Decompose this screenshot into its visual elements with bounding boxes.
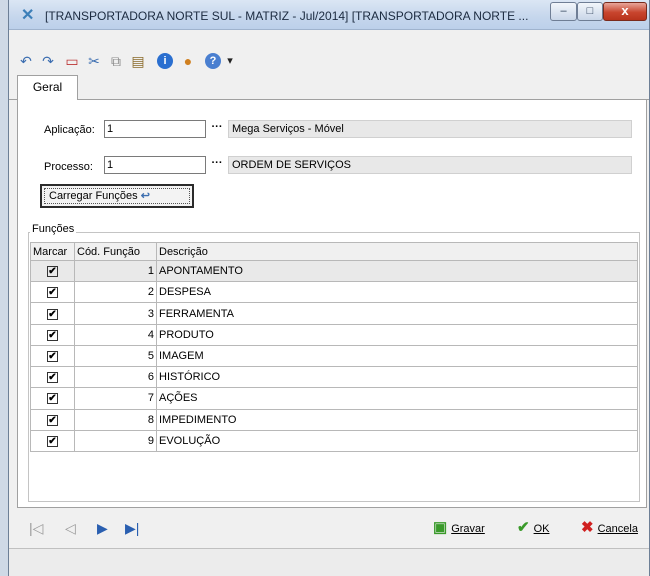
marcar-checkbox[interactable]: ✔	[47, 350, 58, 362]
funcoes-grid: Marcar Cód. Função Descrição ✔ 1 APONTAMEN…	[30, 242, 638, 453]
processo-lookup-button[interactable]: ···	[210, 156, 224, 174]
new-document-icon[interactable]: ▭	[63, 52, 81, 70]
aplicacao-label: Aplicação:	[44, 124, 95, 136]
cod-funcao-cell: 2	[74, 281, 157, 304]
first-record-icon[interactable]: |◁	[29, 520, 43, 536]
ok-label: OK	[533, 523, 550, 535]
marcar-cell[interactable]: ✔	[30, 302, 75, 325]
app-icon: ✕	[21, 7, 35, 24]
table-row[interactable]: ✔ 2 DESPESA	[30, 281, 638, 304]
aplicacao-description: Mega Serviços - Móvel	[228, 120, 632, 138]
footer-bar: |◁ ◁ ▶ ▶| ▣ Gravar ✔ OK ✖ Cancela	[9, 508, 649, 548]
next-record-icon[interactable]: ▶	[97, 520, 108, 536]
descricao-cell: EVOLUÇÃO	[156, 429, 638, 453]
tab-geral[interactable]: Geral	[17, 75, 78, 101]
table-row[interactable]: ✔ 9 EVOLUÇÃO	[30, 429, 638, 453]
redo-icon[interactable]: ↷	[39, 52, 57, 70]
cancela-button[interactable]: ✖ Cancela	[581, 518, 638, 538]
save-icon: ▣	[433, 519, 448, 536]
descricao-cell: IMAGEM	[156, 344, 638, 368]
carregar-funcoes-label: Carregar Funções	[49, 190, 138, 202]
descricao-cell: FERRAMENTA	[156, 302, 638, 325]
marcar-cell[interactable]: ✔	[30, 366, 75, 389]
cod-funcao-cell: 7	[74, 387, 157, 410]
dialog-window: ✕ [TRANSPORTADORA NORTE SUL - MATRIZ - J…	[8, 0, 650, 576]
toolbar: ↶ ↷ ▭ ✂ ⧉ ▤ i ● ? ▾	[9, 30, 649, 76]
geral-panel: Aplicação: 1 ··· Mega Serviços - Móvel P…	[17, 100, 647, 508]
column-header-cod-funcao[interactable]: Cód. Função	[74, 242, 157, 261]
paste-icon[interactable]: ▤	[129, 52, 147, 70]
title-bar[interactable]: ✕ [TRANSPORTADORA NORTE SUL - MATRIZ - J…	[9, 0, 649, 30]
marcar-checkbox[interactable]: ✔	[47, 308, 58, 320]
descricao-cell: APONTAMENTO	[156, 259, 638, 283]
ok-button[interactable]: ✔ OK	[517, 518, 549, 538]
column-header-descricao[interactable]: Descrição	[156, 242, 638, 261]
copy-icon[interactable]: ⧉	[107, 52, 125, 70]
cancel-x-icon: ✖	[581, 519, 594, 536]
descricao-cell: HISTÓRICO	[156, 366, 638, 389]
tab-strip: Geral	[9, 72, 649, 101]
close-button[interactable]: x	[603, 2, 647, 21]
column-header-marcar[interactable]: Marcar	[30, 242, 75, 261]
processo-description: ORDEM DE SERVIÇOS	[228, 156, 632, 174]
cod-funcao-cell: 5	[74, 344, 157, 368]
undo-icon[interactable]: ↶	[17, 52, 35, 70]
marcar-cell[interactable]: ✔	[30, 281, 75, 304]
minimize-button[interactable]: –	[550, 2, 577, 21]
marcar-checkbox[interactable]: ✔	[47, 329, 58, 341]
status-bar	[9, 548, 649, 576]
cancela-label: Cancela	[597, 523, 638, 535]
marcar-cell[interactable]: ✔	[30, 408, 75, 431]
marcar-checkbox[interactable]: ✔	[47, 435, 58, 447]
user-icon[interactable]: ●	[179, 52, 197, 70]
cod-funcao-cell: 1	[74, 259, 157, 283]
marcar-cell[interactable]: ✔	[30, 344, 75, 368]
table-row[interactable]: ✔ 8 IMPEDIMENTO	[30, 408, 638, 431]
cod-funcao-cell: 3	[74, 302, 157, 325]
table-row[interactable]: ✔ 7 AÇÕES	[30, 387, 638, 410]
load-arrow-icon: ↩	[140, 190, 150, 202]
help-icon[interactable]: ?	[205, 53, 221, 69]
cod-funcao-cell: 6	[74, 366, 157, 389]
cut-icon[interactable]: ✂	[85, 52, 103, 70]
last-record-icon[interactable]: ▶|	[125, 520, 139, 536]
marcar-cell[interactable]: ✔	[30, 323, 75, 346]
descricao-cell: PRODUTO	[156, 323, 638, 346]
processo-label: Processo:	[44, 161, 93, 173]
marcar-cell[interactable]: ✔	[30, 429, 75, 453]
table-row[interactable]: ✔ 1 APONTAMENTO	[30, 259, 638, 283]
window-title: [TRANSPORTADORA NORTE SUL - MATRIZ - Jul…	[45, 9, 529, 23]
previous-record-icon[interactable]: ◁	[65, 520, 76, 536]
marcar-checkbox[interactable]: ✔	[47, 372, 58, 384]
dropdown-arrow-icon[interactable]: ▾	[221, 52, 239, 70]
aplicacao-field[interactable]: 1	[104, 120, 206, 138]
marcar-checkbox[interactable]: ✔	[47, 287, 58, 299]
carregar-funcoes-button[interactable]: Carregar Funções ↩	[40, 184, 194, 208]
marcar-checkbox[interactable]: ✔	[47, 266, 58, 278]
cod-funcao-cell: 8	[74, 408, 157, 431]
maximize-button[interactable]: □	[577, 2, 603, 21]
marcar-checkbox[interactable]: ✔	[47, 393, 58, 405]
funcoes-group-label: Funções	[30, 223, 77, 235]
gravar-label: Gravar	[451, 523, 485, 535]
cod-funcao-cell: 9	[74, 429, 157, 453]
table-row[interactable]: ✔ 5 IMAGEM	[30, 344, 638, 368]
descricao-cell: AÇÕES	[156, 387, 638, 410]
descricao-cell: IMPEDIMENTO	[156, 408, 638, 431]
gravar-button[interactable]: ▣ Gravar	[433, 518, 485, 538]
ok-check-icon: ✔	[517, 519, 530, 536]
table-row[interactable]: ✔ 3 FERRAMENTA	[30, 302, 638, 325]
descricao-cell: DESPESA	[156, 281, 638, 304]
processo-field[interactable]: 1	[104, 156, 206, 174]
info-icon[interactable]: i	[157, 53, 173, 69]
cod-funcao-cell: 4	[74, 323, 157, 346]
marcar-checkbox[interactable]: ✔	[47, 414, 58, 426]
table-row[interactable]: ✔ 4 PRODUTO	[30, 323, 638, 346]
marcar-cell[interactable]: ✔	[30, 259, 75, 283]
table-row[interactable]: ✔ 6 HISTÓRICO	[30, 366, 638, 389]
aplicacao-lookup-button[interactable]: ···	[210, 120, 224, 138]
marcar-cell[interactable]: ✔	[30, 387, 75, 410]
